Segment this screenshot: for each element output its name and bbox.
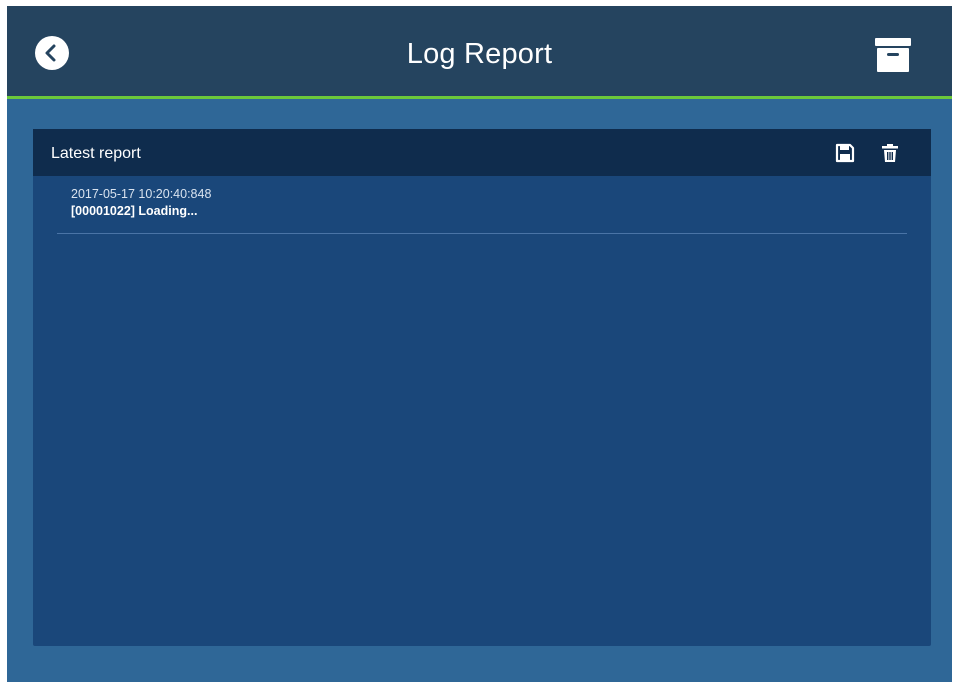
log-timestamp: 2017-05-17 10:20:40:848	[71, 187, 212, 201]
delete-button[interactable]	[880, 143, 900, 163]
log-report-screen: Log Report Latest report 2017-05-17 10:2…	[7, 6, 952, 682]
archive-box-icon	[875, 38, 911, 72]
save-icon	[835, 143, 855, 163]
top-bar: Log Report	[7, 6, 952, 96]
latest-report-panel: Latest report 2017-05-17 10:20:40:848 [0…	[33, 129, 931, 646]
header-accent-line	[7, 96, 952, 99]
archive-button[interactable]	[873, 36, 913, 74]
panel-header: Latest report	[33, 129, 931, 176]
page-title: Log Report	[406, 38, 553, 70]
trash-icon	[882, 144, 898, 162]
save-button[interactable]	[835, 143, 855, 163]
log-message: [00001022] Loading...	[71, 204, 198, 218]
log-entry[interactable]: 2017-05-17 10:20:40:848 [00001022] Loadi…	[57, 183, 907, 234]
panel-title: Latest report	[51, 145, 141, 162]
